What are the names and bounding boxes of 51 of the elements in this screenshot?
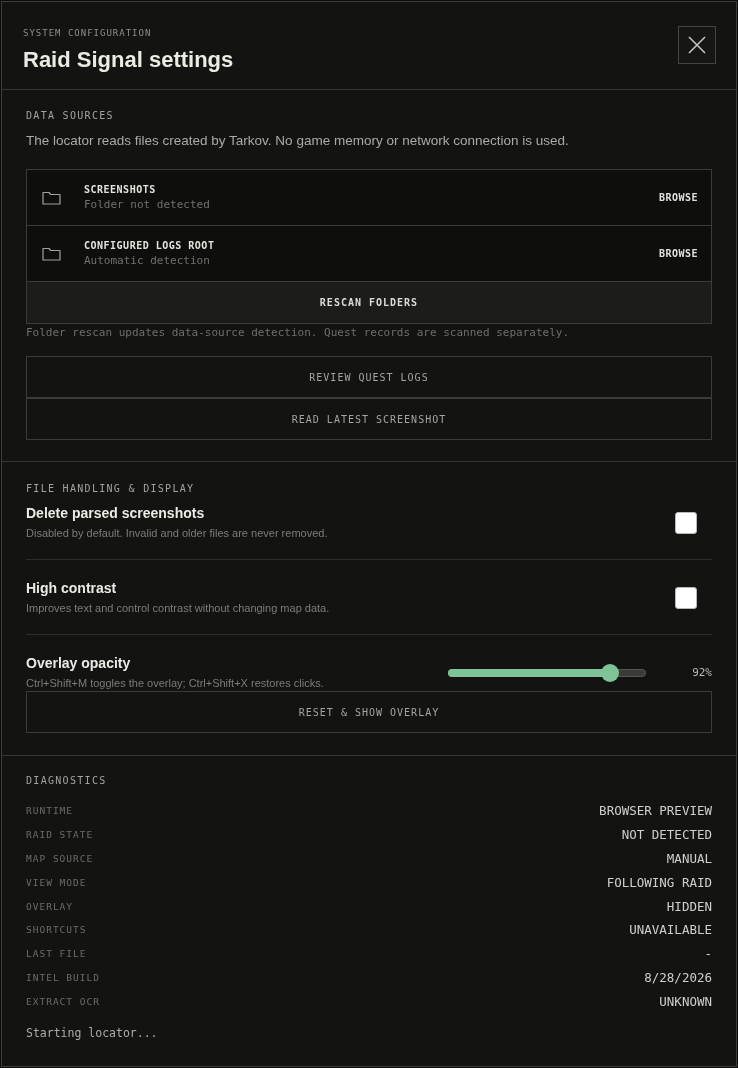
- checkbox[interactable]: [675, 586, 697, 609]
- folder-icon: [42, 190, 61, 205]
- diagnostic-value: -: [704, 946, 712, 962]
- checkbox[interactable]: [675, 511, 697, 534]
- folder-name: SCREENSHOTS: [84, 183, 157, 197]
- folder-status: Folder not detected: [84, 198, 211, 212]
- action-button[interactable]: READ LATEST SCREENSHOT: [26, 398, 712, 440]
- diagnostic-label: INTEL BUILD: [26, 971, 100, 983]
- diagnostic-label: RUNTIME: [26, 805, 74, 817]
- opacity-slider[interactable]: [448, 663, 646, 682]
- reset-button[interactable]: RESET & SHOW OVERLAY: [26, 691, 712, 733]
- setting-label: High contrast: [26, 579, 118, 597]
- diagnostic-value: HIDDEN: [666, 898, 712, 914]
- diagnostic-label: EXTRACT OCR: [26, 995, 100, 1007]
- diagnostic-value: NOT DETECTED: [621, 827, 712, 843]
- browse-button[interactable]: BROWSE: [658, 244, 698, 263]
- section-description: The locator reads files created by Tarkov. No game memory or network connection is used.: [26, 132, 570, 150]
- folder-status: Automatic detection: [84, 254, 211, 268]
- section-heading: FILE HANDLING & DISPLAY: [26, 482, 196, 496]
- rescan-button[interactable]: RESCAN FOLDERS: [27, 282, 711, 323]
- setting-description: Improves text and control contrast without changing map data.: [26, 601, 330, 616]
- section-heading: DATA SOURCES: [26, 109, 115, 123]
- diagnostic-label: RAID STATE: [26, 829, 94, 841]
- diagnostic-value: MANUAL: [666, 851, 712, 866]
- eyebrow-label: SYSTEM CONFIGURATION: [23, 27, 153, 40]
- setting-description: Ctrl+Shift+M toggles the overlay; Ctrl+Shift+X restores clicks.: [26, 676, 324, 691]
- folder-name: CONFIGURED LOGS ROOT: [84, 239, 216, 253]
- setting-label: Delete parsed screenshots: [26, 504, 206, 522]
- opacity-reading: 92%: [691, 666, 712, 679]
- diagnostic-value: UNKNOWN: [659, 993, 712, 1009]
- dialog-title: Raid Signal settings: [23, 46, 234, 74]
- diagnostic-value: FOLLOWING RAID: [606, 874, 712, 890]
- diagnostic-label: LAST FILE: [26, 948, 87, 960]
- diagnostic-label: OVERLAY: [26, 900, 74, 912]
- setting-description: Disabled by default. Invalid and older files are never removed.: [26, 526, 328, 541]
- diagnostic-label: MAP SOURCE: [26, 853, 94, 864]
- section-heading: DIAGNOSTICS: [26, 774, 108, 788]
- diagnostic-label: SHORTCUTS: [26, 924, 87, 936]
- diagnostic-value: 8/28/2026: [644, 969, 712, 985]
- browse-button[interactable]: BROWSE: [658, 188, 698, 207]
- setting-label: Overlay opacity: [26, 654, 132, 672]
- diagnostic-value: UNAVAILABLE: [629, 922, 712, 938]
- diagnostic-value: BROWSER PREVIEW: [599, 803, 712, 819]
- rescan-note: Folder rescan updates data-source detection. Quest records are scanned separately.: [26, 326, 571, 340]
- status-message: Starting locator...: [26, 1025, 159, 1042]
- diagnostic-label: VIEW MODE: [26, 876, 87, 888]
- folder-icon: [42, 246, 61, 261]
- close-button[interactable]: [678, 26, 716, 64]
- action-button[interactable]: REVIEW QUEST LOGS: [26, 356, 712, 398]
- close-icon: [688, 36, 706, 54]
- slider-thumb[interactable]: [601, 663, 620, 682]
